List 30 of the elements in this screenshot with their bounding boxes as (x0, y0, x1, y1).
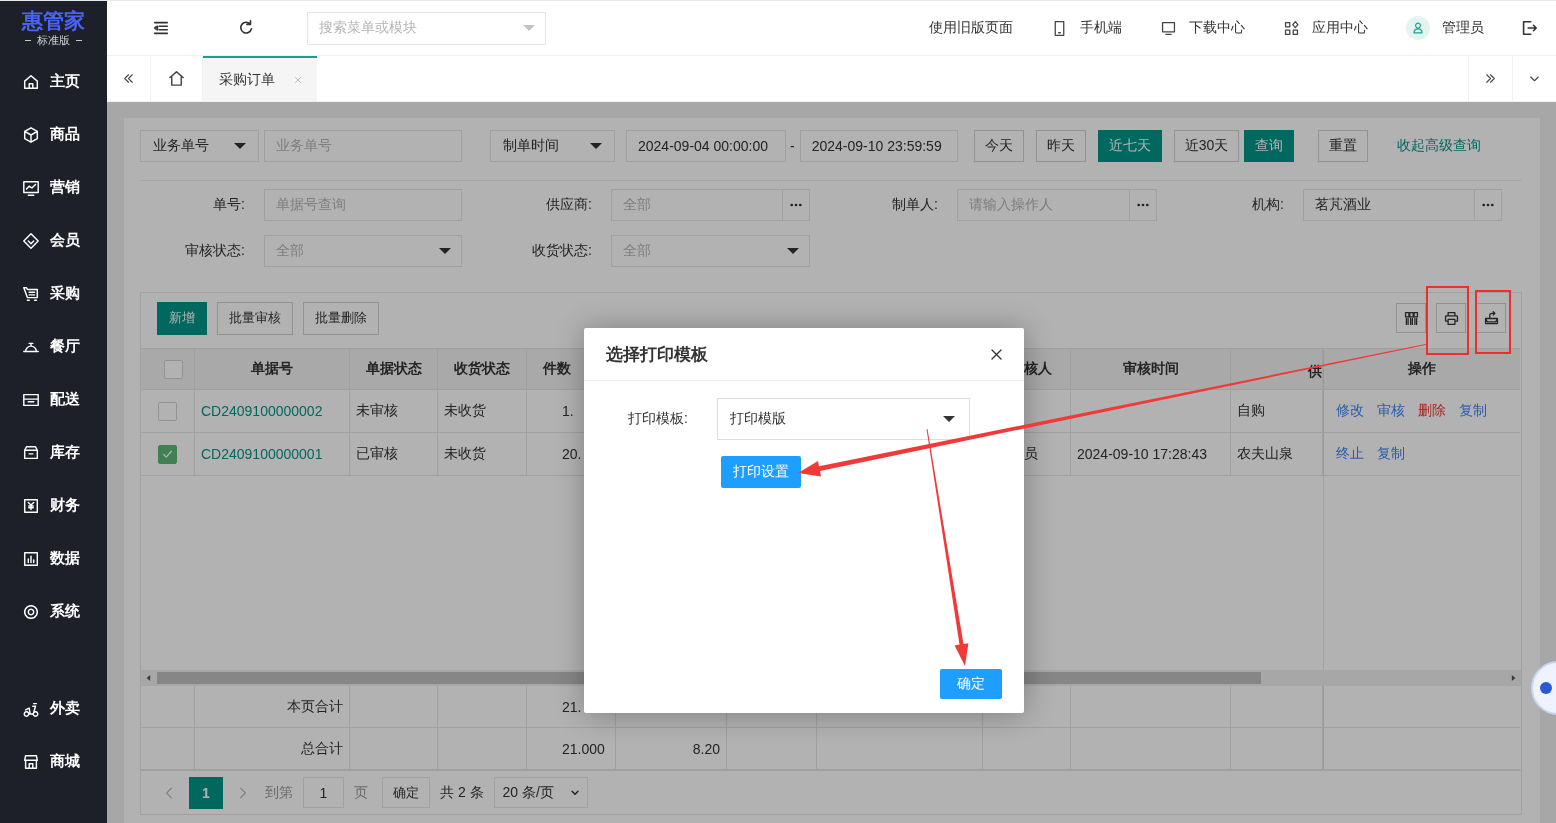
column-header: 操作 (1323, 348, 1520, 390)
column-header: 收货状态 (438, 348, 527, 390)
column-header: 单据号 (195, 348, 350, 390)
table-cell: 2024-09-10 17:28:43 (1071, 433, 1231, 476)
table-cell: 已审核 (350, 433, 438, 476)
table-cell: 农夫山泉 (1231, 433, 1323, 476)
total-count: 共 2 条 (440, 783, 484, 802)
table-cell: 本页合计 (195, 686, 350, 728)
table-cell: 总合计 (195, 728, 350, 770)
table-cell: 未收货 (438, 390, 527, 433)
page-unit-label: 页 (354, 783, 368, 802)
table-cell: 未审核 (350, 390, 438, 433)
brand-logo: 惠管家 (22, 9, 85, 33)
date-separator: - (790, 138, 795, 154)
field-label: 审核状态: (184, 241, 245, 260)
column-header: 供 (1231, 348, 1323, 390)
goto-label: 到第 (265, 783, 293, 802)
table-cell: 自购 (1231, 390, 1323, 433)
field-label: 机构: (1251, 195, 1284, 214)
field-label: 打印模板: (628, 410, 688, 428)
field-label: 单号: (212, 195, 245, 214)
column-header: 单据状态 (350, 348, 438, 390)
table-cell: 8.20 (616, 728, 727, 770)
edition-label: 标准版 (37, 34, 70, 47)
column-header: 审核时间 (1071, 348, 1231, 390)
table-cell: 21.000 (527, 728, 616, 770)
table-cell: 未收货 (438, 433, 527, 476)
field-label: 供应商: (545, 195, 592, 214)
field-label: 制单人: (891, 195, 938, 214)
field-label: 收货状态: (531, 241, 592, 260)
